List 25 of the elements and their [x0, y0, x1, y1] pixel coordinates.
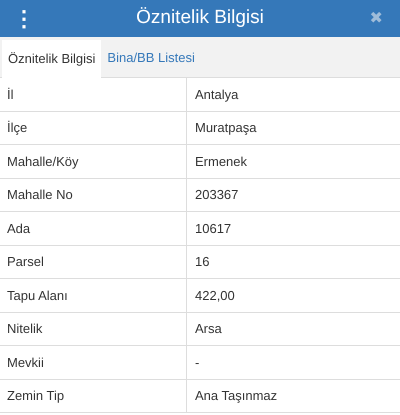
field-label: Mahalle/Köy [0, 145, 187, 178]
field-value: 203367 [194, 186, 240, 204]
field-label: Nitelik [0, 312, 187, 345]
field-label: Mahalle No [0, 178, 187, 211]
field-label: İlçe [0, 112, 187, 144]
field-label: Zemin Tip [0, 380, 187, 412]
field-value: 16 [194, 253, 210, 271]
field-label: İl [0, 78, 187, 110]
field-value: Muratpaşa [194, 119, 258, 137]
field-value: 422,00 [194, 286, 236, 304]
field-value: - [194, 354, 200, 372]
field-value: Arsa [194, 320, 223, 338]
field-label: Tapu Alanı [0, 279, 187, 312]
field-label: Mevkii [0, 346, 187, 378]
field-value: Antalya [194, 86, 240, 104]
field-value: Ana Taşınmaz [194, 387, 278, 405]
tab[interactable]: Öznitelik Bilgisi [2, 40, 102, 78]
field-label: Ada [0, 212, 187, 244]
field-value: 10617 [194, 220, 232, 238]
window-title: Öznitelik Bilgisi [135, 6, 265, 30]
tab[interactable]: Bina/BB Listesi [101, 39, 201, 77]
menu-button[interactable]: ⋮ [12, 8, 36, 30]
close-button[interactable]: ✖ [364, 10, 388, 26]
field-value: Ermenek [194, 152, 248, 170]
field-label: Parsel [0, 246, 187, 278]
